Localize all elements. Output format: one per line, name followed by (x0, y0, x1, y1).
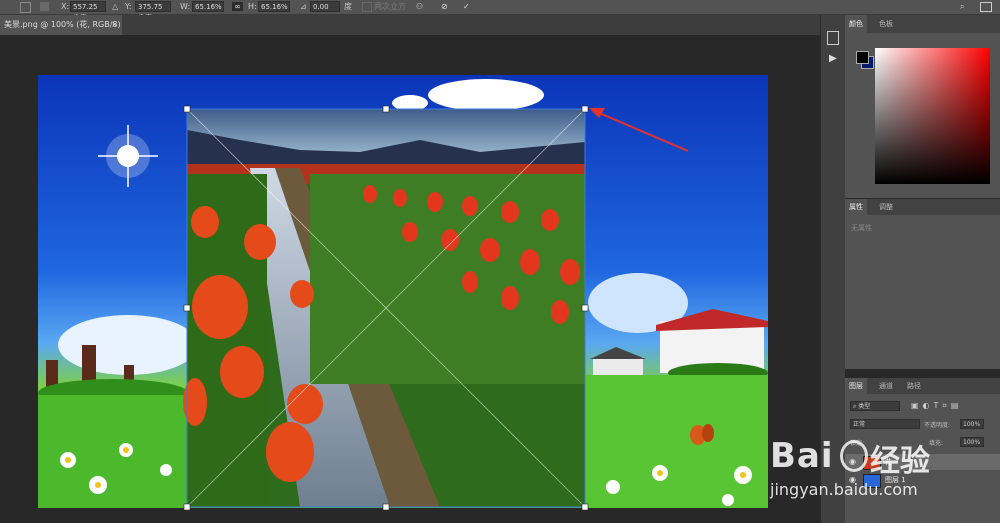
reference-point-toggle[interactable] (20, 2, 31, 13)
tulip-layer[interactable] (180, 102, 595, 514)
h-label: H: (248, 2, 257, 11)
layer-filter-icons[interactable]: ▣◐T⌗▤ (911, 401, 963, 411)
properties-panel: 属性 调整 无属性 (845, 199, 1000, 369)
eye-icon[interactable]: ◉ (849, 475, 856, 484)
tab-channels[interactable]: 通道 (875, 378, 897, 394)
y-label: Y: (125, 2, 132, 11)
height-field[interactable]: 65.16% (258, 1, 290, 12)
document-tab-bar: 美景.png @ 100% (花, RGB/8) × (0, 15, 820, 35)
delta-icon: △ (112, 2, 119, 11)
y-field[interactable]: 375.75 像素 (135, 1, 171, 22)
document-tab[interactable]: 美景.png @ 100% (花, RGB/8) × (0, 15, 122, 35)
color-picker-field[interactable] (875, 48, 990, 184)
panel-tool-strip: ▶ (820, 15, 845, 523)
tab-layers[interactable]: 图层 (845, 378, 867, 394)
link-icon[interactable]: ∞ (232, 2, 243, 11)
color-panel-tabs: 颜色 色板 (845, 15, 1000, 33)
tab-paths[interactable]: 路径 (903, 378, 925, 394)
interpolation-select[interactable]: 两次立方 (374, 2, 406, 12)
tab-properties[interactable]: 属性 (845, 199, 867, 215)
lock-label: 锁定: (850, 440, 865, 447)
annotation-arrow-icon (589, 108, 689, 152)
opacity-field[interactable]: 100% (960, 419, 984, 429)
handle-top-center[interactable] (382, 105, 390, 113)
layer-filter-select[interactable]: ⌕ 类型 (850, 401, 900, 411)
reference-point-icon[interactable] (40, 2, 49, 11)
workspace-icon[interactable] (980, 2, 992, 12)
x-field[interactable]: 557.25 像素 (70, 1, 106, 22)
angle-icon: ⊿ (300, 2, 307, 11)
layers-panel-tabs: 图层 通道 路径 (845, 378, 1000, 394)
layers-panel: 图层 通道 路径 ⌕ 类型 ▣◐T⌗▤ 正常 不透明度: 100% 锁定: 填充… (845, 378, 1000, 523)
layer-thumbnail (863, 474, 881, 488)
layer-row[interactable]: ◉ 图层 1 (845, 472, 1000, 488)
layer-thumbnail (863, 456, 881, 470)
sun-icon (98, 125, 158, 187)
commit-transform-icon[interactable]: ✓ (463, 2, 470, 12)
properties-panel-tabs: 属性 调整 (845, 199, 1000, 215)
tulip-field-right (310, 174, 585, 384)
layer-name: 花 (885, 458, 892, 466)
x-label: X: (61, 2, 70, 11)
handle-middle-right[interactable] (581, 304, 589, 312)
handle-middle-left[interactable] (183, 304, 191, 312)
history-icon[interactable] (827, 31, 839, 45)
layer-row[interactable]: ◉ 花 (845, 454, 1000, 470)
layer-name: 图层 1 (885, 476, 906, 484)
tab-swatches[interactable]: 色板 (875, 15, 897, 33)
layer-filter-label: 类型 (858, 403, 871, 410)
tab-color[interactable]: 颜色 (845, 15, 867, 33)
foreground-color-swatch[interactable] (856, 51, 869, 64)
interpolation-checkbox[interactable] (362, 2, 372, 12)
no-properties-text: 无属性 (851, 224, 872, 232)
eye-icon[interactable]: ◉ (849, 457, 856, 466)
rotate-field[interactable]: 0.00 (310, 1, 340, 12)
blend-mode-select[interactable]: 正常 (850, 419, 920, 429)
close-icon[interactable]: × (111, 15, 118, 35)
width-field[interactable]: 65.16% (192, 1, 224, 12)
tab-adjustments[interactable]: 调整 (875, 199, 897, 215)
handle-bottom-right[interactable] (581, 503, 589, 511)
search-icon: ⌕ (853, 403, 857, 410)
handle-bottom-center[interactable] (382, 503, 390, 511)
play-icon[interactable]: ▶ (829, 53, 837, 64)
handle-bottom-left[interactable] (183, 503, 191, 511)
options-bar: X: 557.25 像素 △ Y: 375.75 像素 W: 65.16% ∞ … (0, 0, 1000, 22)
warp-icon[interactable]: ⚇ (416, 2, 423, 12)
search-icon[interactable]: ⌕ (960, 2, 964, 12)
opacity-label: 不透明度: (924, 422, 951, 429)
fill-field[interactable]: 100% (960, 437, 984, 447)
fill-label: 填充: (929, 440, 944, 447)
document-title: 美景.png @ 100% (花, RGB/8) (4, 20, 121, 29)
degree-label: 度 (344, 2, 352, 11)
w-label: W: (180, 2, 191, 11)
color-panel: 颜色 色板 (845, 15, 1000, 198)
cancel-transform-icon[interactable]: ⊘ (441, 2, 448, 12)
handle-top-left[interactable] (183, 105, 191, 113)
